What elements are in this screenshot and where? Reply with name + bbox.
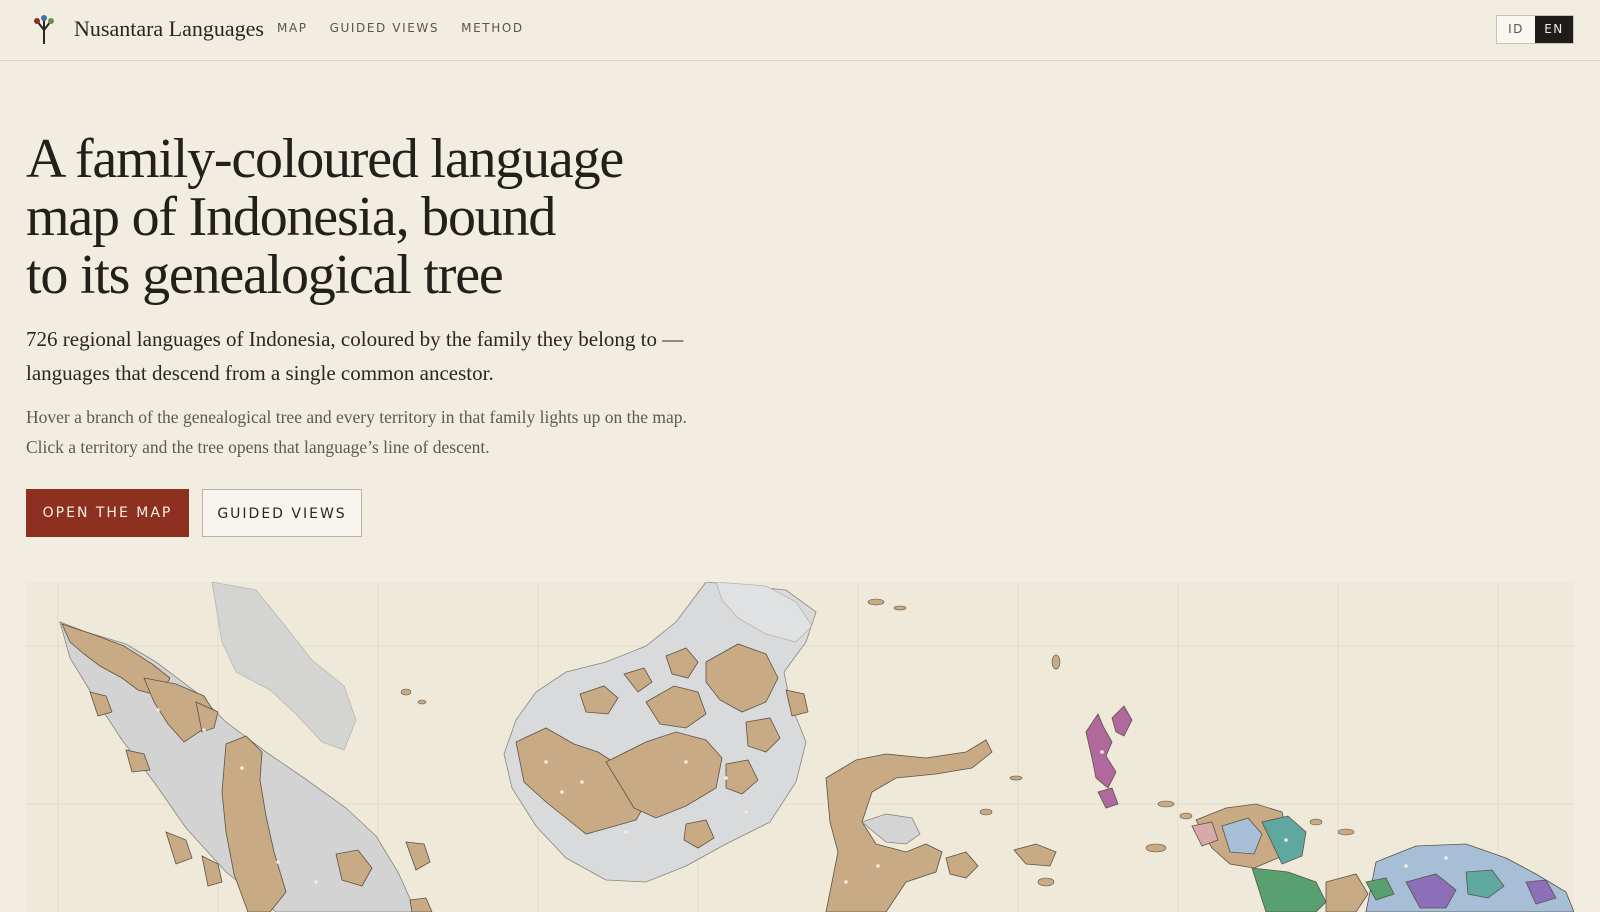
nav-map[interactable]: MAP bbox=[277, 21, 308, 35]
headline-line: A family-coloured language bbox=[26, 128, 624, 190]
instruction-line: Click a territory and the tree opens tha… bbox=[26, 437, 490, 457]
instruction-line: Hover a branch of the genealogical tree … bbox=[26, 407, 687, 427]
language-map[interactable] bbox=[26, 582, 1574, 912]
main-nav: MAP GUIDED VIEWS METHOD bbox=[277, 21, 524, 35]
open-map-button[interactable]: OPEN THE MAP bbox=[26, 489, 189, 537]
site-header: Nusantara Languages MAP GUIDED VIEWS MET… bbox=[0, 0, 1600, 61]
headline-line: to its genealogical tree bbox=[26, 244, 504, 306]
headline-line: map of Indonesia, bound bbox=[26, 186, 556, 248]
hero-lead: 726 regional languages of Indonesia, col… bbox=[26, 322, 706, 390]
lang-en-button[interactable]: EN bbox=[1535, 16, 1573, 43]
map-svg[interactable] bbox=[26, 582, 1574, 912]
nav-guided-views[interactable]: GUIDED VIEWS bbox=[330, 21, 440, 35]
hero-instructions: Hover a branch of the genealogical tree … bbox=[26, 402, 726, 462]
lang-id-button[interactable]: ID bbox=[1497, 16, 1535, 43]
language-switcher: ID EN bbox=[1496, 15, 1574, 44]
malay-peninsula bbox=[211, 582, 357, 751]
sulawesi-territories[interactable] bbox=[825, 739, 1057, 912]
nav-method[interactable]: METHOD bbox=[461, 21, 524, 35]
guided-views-button[interactable]: GUIDED VIEWS bbox=[202, 489, 362, 537]
hero-headline: A family-coloured language map of Indone… bbox=[26, 130, 666, 304]
papua-territories[interactable] bbox=[1191, 803, 1574, 912]
maluku-territories[interactable] bbox=[1085, 705, 1133, 809]
tree-logo-icon[interactable] bbox=[30, 14, 58, 46]
lead-line: 726 regional languages of Indonesia, col… bbox=[26, 327, 684, 351]
lead-line: languages that descend from a single com… bbox=[26, 361, 494, 385]
site-title[interactable]: Nusantara Languages bbox=[74, 16, 264, 42]
